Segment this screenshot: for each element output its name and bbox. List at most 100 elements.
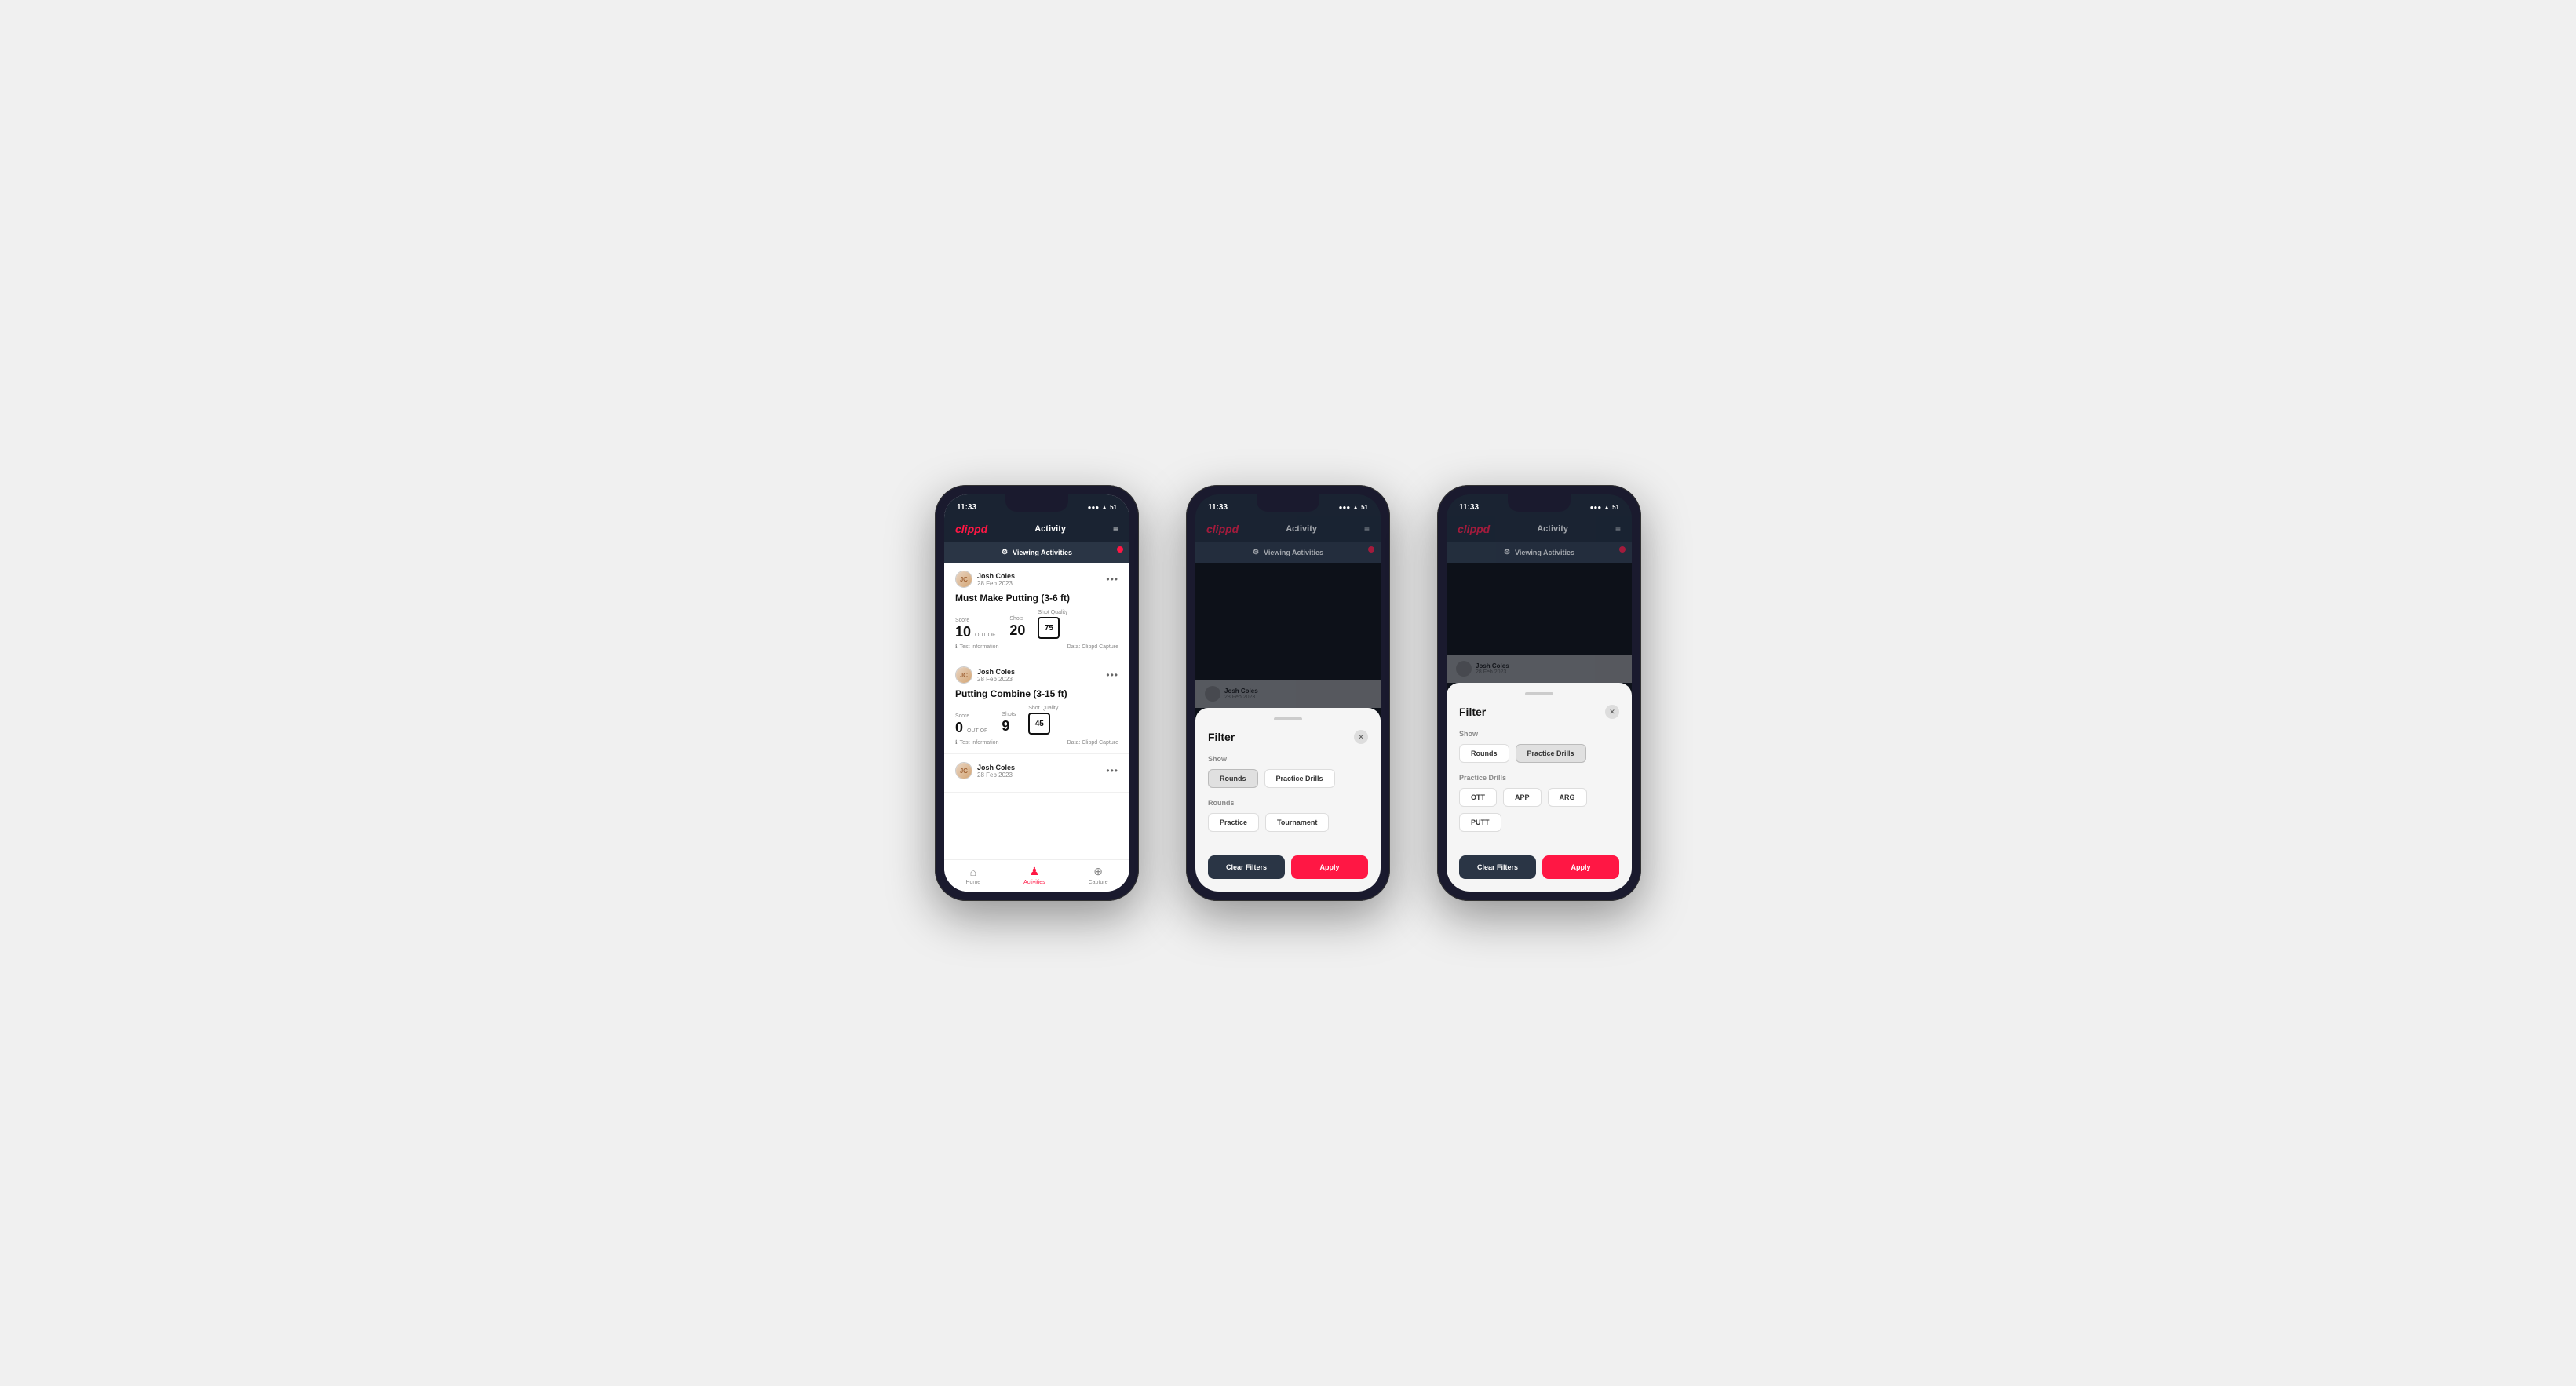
drill-type-buttons-3: OTT APP ARG PUTT <box>1459 788 1619 832</box>
tournament-btn-2[interactable]: Tournament <box>1265 813 1329 832</box>
bottom-nav-1: ⌂ Home ♟ Activities ⊕ Capture <box>944 859 1129 892</box>
notch-3 <box>1508 494 1571 512</box>
avatar-2: JC <box>955 666 972 684</box>
avatar-img-2: JC <box>956 667 972 683</box>
notch-1 <box>1005 494 1068 512</box>
filter-header-2: Filter ✕ <box>1208 730 1368 744</box>
menu-icon-2[interactable]: ≡ <box>1364 523 1370 534</box>
app-header-1: clippd Activity ≡ <box>944 516 1129 542</box>
score-value-2: 0 <box>955 720 963 735</box>
battery-3: 51 <box>1612 504 1619 511</box>
user-date-1: 28 Feb 2023 <box>977 580 1015 587</box>
home-icon-1: ⌂ <box>970 866 976 878</box>
rounds-tab-btn-2[interactable]: Rounds <box>1208 769 1258 788</box>
apply-btn-2[interactable]: Apply <box>1291 855 1368 879</box>
card-title-1: Must Make Putting (3-6 ft) <box>955 593 1118 604</box>
score-label-1: Score <box>955 618 997 623</box>
test-info-1: ℹ Test Information <box>955 644 998 650</box>
nav-activities-1[interactable]: ♟ Activities <box>1023 865 1045 885</box>
viewing-icon-3: ⚙ <box>1504 548 1510 556</box>
menu-icon-1[interactable]: ≡ <box>1113 523 1118 534</box>
score-stat-1: Score 10 OUT OF <box>955 618 997 639</box>
rounds-section-label-2: Rounds <box>1208 799 1368 807</box>
viewing-icon-2: ⚙ <box>1253 548 1259 556</box>
out-of-2: OUT OF <box>967 728 987 734</box>
arg-btn-3[interactable]: ARG <box>1548 788 1587 807</box>
stats-row-2: Score 0 OUT OF Shots 9 Shot Quality <box>955 706 1118 735</box>
shots-label-1: Shots <box>1009 616 1025 622</box>
status-time-3: 11:33 <box>1459 503 1479 512</box>
clear-filters-btn-2[interactable]: Clear Filters <box>1208 855 1285 879</box>
sheet-handle-2 <box>1274 717 1302 720</box>
practice-drills-tab-btn-2[interactable]: Practice Drills <box>1264 769 1335 788</box>
user-name-2: Josh Coles <box>977 668 1015 676</box>
activity-card-2: JC Josh Coles 28 Feb 2023 ••• Putting Co… <box>944 658 1129 754</box>
practice-drills-tab-btn-3[interactable]: Practice Drills <box>1516 744 1586 763</box>
viewing-bar-2: ⚙ Viewing Activities <box>1195 542 1381 563</box>
app-btn-3[interactable]: APP <box>1503 788 1542 807</box>
viewing-icon-1: ⚙ <box>1002 548 1008 556</box>
activity-content-1: JC Josh Coles 28 Feb 2023 ••• Must Make … <box>944 563 1129 859</box>
logo-3: clippd <box>1458 523 1490 535</box>
ott-btn-3[interactable]: OTT <box>1459 788 1497 807</box>
user-name-1: Josh Coles <box>977 572 1015 580</box>
rounds-tab-btn-3[interactable]: Rounds <box>1459 744 1509 763</box>
score-label-2: Score <box>955 713 989 719</box>
avatar-3: JC <box>955 762 972 779</box>
more-dots-2[interactable]: ••• <box>1106 669 1118 680</box>
user-details-2: Josh Coles 28 Feb 2023 <box>977 668 1015 683</box>
card-footer-2: ℹ Test Information Data: Clippd Capture <box>955 739 1118 746</box>
data-capture-1: Data: Clippd Capture <box>1067 644 1118 650</box>
more-dots-1[interactable]: ••• <box>1106 574 1118 585</box>
putt-btn-3[interactable]: PUTT <box>1459 813 1501 832</box>
filter-header-3: Filter ✕ <box>1459 705 1619 719</box>
stats-row-1: Score 10 OUT OF Shots 20 Shot Quality <box>955 610 1118 639</box>
signal-icon-1: ●●● <box>1088 504 1100 511</box>
status-icons-2: ●●● ▲ 51 <box>1339 504 1368 511</box>
nav-capture-1[interactable]: ⊕ Capture <box>1089 865 1108 885</box>
viewing-label-3: Viewing Activities <box>1515 549 1574 556</box>
close-button-3[interactable]: ✕ <box>1605 705 1619 719</box>
apply-btn-3[interactable]: Apply <box>1542 855 1619 879</box>
card-title-2: Putting Combine (3-15 ft) <box>955 688 1118 699</box>
sq-badge-2: 45 <box>1028 713 1050 735</box>
sq-badge-1: 75 <box>1038 617 1060 639</box>
menu-icon-3[interactable]: ≡ <box>1615 523 1621 534</box>
signal-icon-2: ●●● <box>1339 504 1351 511</box>
activity-card-3-partial: JC Josh Coles 28 Feb 2023 ••• <box>944 754 1129 793</box>
score-value-1: 10 <box>955 625 971 639</box>
logo-2: clippd <box>1206 523 1239 535</box>
viewing-bar-1[interactable]: ⚙ Viewing Activities <box>944 542 1129 563</box>
avatar-img-3: JC <box>956 763 972 779</box>
close-button-2[interactable]: ✕ <box>1354 730 1368 744</box>
filter-actions-3: Clear Filters Apply <box>1459 855 1619 879</box>
header-title-1: Activity <box>1034 524 1066 534</box>
show-label-2: Show <box>1208 755 1368 763</box>
user-name-3: Josh Coles <box>977 764 1015 771</box>
viewing-dot-3 <box>1619 546 1626 553</box>
avatar-img-1: JC <box>956 571 972 587</box>
user-info-1: JC Josh Coles 28 Feb 2023 <box>955 571 1015 588</box>
practice-btn-2[interactable]: Practice <box>1208 813 1259 832</box>
nav-home-1[interactable]: ⌂ Home <box>965 866 980 885</box>
shot-quality-stat-1: Shot Quality 75 <box>1038 610 1067 639</box>
filter-actions-2: Clear Filters Apply <box>1208 855 1368 879</box>
data-capture-2: Data: Clippd Capture <box>1067 740 1118 746</box>
show-label-3: Show <box>1459 730 1619 738</box>
more-dots-3[interactable]: ••• <box>1106 765 1118 776</box>
capture-label-1: Capture <box>1089 880 1108 885</box>
logo-1: clippd <box>955 523 987 535</box>
user-details-1: Josh Coles 28 Feb 2023 <box>977 572 1015 587</box>
capture-icon-1: ⊕ <box>1093 865 1103 878</box>
status-time-1: 11:33 <box>957 503 976 512</box>
phone-2: 11:33 ●●● ▲ 51 clippd Activity ≡ ⚙ Viewi… <box>1186 485 1390 901</box>
card-header-1: JC Josh Coles 28 Feb 2023 ••• <box>955 571 1118 588</box>
app-header-2: clippd Activity ≡ <box>1195 516 1381 542</box>
shots-stat-1: Shots 20 <box>1009 616 1025 639</box>
home-label-1: Home <box>965 880 980 885</box>
card-footer-1: ℹ Test Information Data: Clippd Capture <box>955 644 1118 650</box>
activities-label-1: Activities <box>1023 880 1045 885</box>
clear-filters-btn-3[interactable]: Clear Filters <box>1459 855 1536 879</box>
shots-value-1: 20 <box>1009 622 1025 638</box>
sq-label-2: Shot Quality <box>1028 706 1058 711</box>
